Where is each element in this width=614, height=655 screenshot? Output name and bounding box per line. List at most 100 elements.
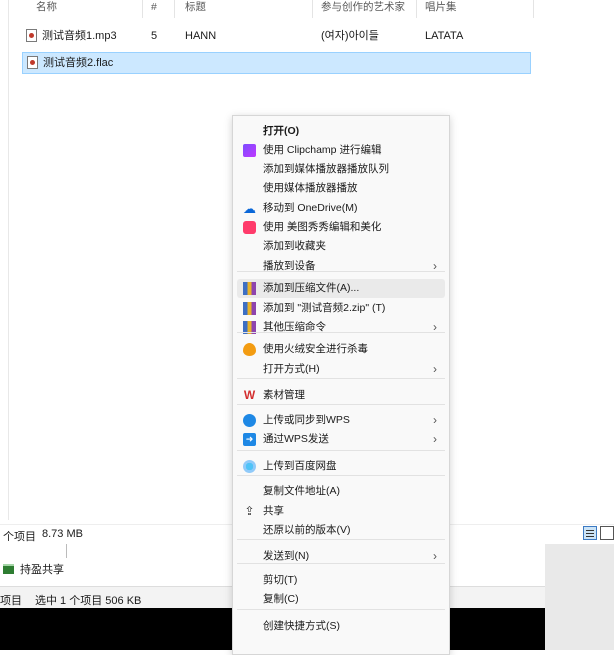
share-icon: ⇪ <box>244 504 255 518</box>
menu-item-label: 还原以前的版本(V) <box>263 524 351 536</box>
menu-separator <box>237 271 445 272</box>
column-header-number[interactable]: # <box>151 0 157 18</box>
menu-item[interactable]: 打开(O) <box>237 122 445 141</box>
menu-item[interactable]: 使用 Clipchamp 进行编辑 <box>237 141 445 160</box>
menu-item-label: 上传或同步到WPS <box>263 414 350 426</box>
menu-item-label: 打开(O) <box>263 125 300 137</box>
audio-file-icon <box>27 56 38 69</box>
menu-item[interactable]: ☁ 移动到 OneDrive(M) <box>237 199 445 218</box>
menu-item-label: 使用火绒安全进行杀毒 <box>263 343 368 355</box>
tiles-view-button[interactable] <box>600 526 614 540</box>
clipchamp-icon <box>243 144 256 157</box>
file-title: HANN <box>185 30 217 42</box>
file-artist: (여자)아이들 <box>321 30 379 42</box>
huorong-icon <box>243 343 256 356</box>
column-divider[interactable] <box>533 0 534 18</box>
menu-item[interactable]: 添加到 "测试音频2.zip" (T) <box>237 299 445 318</box>
menu-item-label: 添加到压缩文件(A)... <box>263 282 360 294</box>
menu-item-label: 通过WPS发送 <box>263 433 329 445</box>
background-panel <box>545 544 614 650</box>
menu-item[interactable]: 上传到百度网盘 <box>237 457 445 476</box>
send-icon: ➜ <box>243 433 256 446</box>
menu-item[interactable]: 打开方式(H) › <box>237 360 445 379</box>
column-header-title[interactable]: 标题 <box>185 0 206 18</box>
menu-item-label: 素材管理 <box>263 389 305 401</box>
nav-pane-border <box>66 544 67 558</box>
menu-item-label: 添加到收藏夹 <box>263 240 326 252</box>
menu-item[interactable]: 添加到收藏夹 <box>237 237 445 256</box>
chevron-right-icon: › <box>433 259 437 273</box>
menu-item[interactable]: 使用媒体播放器播放 <box>237 179 445 198</box>
menu-item-label: 剪切(T) <box>263 574 298 586</box>
background-item-count: 项目 <box>0 595 22 607</box>
file-row-selected[interactable]: 测试音频2.flac <box>22 52 531 74</box>
menu-item[interactable]: 其他压缩命令 › <box>237 318 445 337</box>
menu-item[interactable]: 播放到设备 › <box>237 257 445 276</box>
menu-item-label: 使用 Clipchamp 进行编辑 <box>263 144 382 156</box>
menu-item-label: 播放到设备 <box>263 260 316 272</box>
onedrive-icon: ☁ <box>243 201 256 216</box>
file-name: 测试音频2.flac <box>43 57 114 69</box>
winrar-icon <box>243 302 256 315</box>
column-divider[interactable] <box>312 0 313 18</box>
file-number: 5 <box>151 30 158 42</box>
context-menu: 打开(O) 使用 Clipchamp 进行编辑 添加到媒体播放器播放队列 使用媒体播放… <box>232 115 450 655</box>
nav-item-share[interactable]: 持盈共享 <box>20 561 64 577</box>
meitu-icon <box>243 221 256 234</box>
baidu-netdisk-icon <box>243 460 256 473</box>
column-header-album[interactable]: 唱片集 <box>425 0 457 18</box>
menu-item[interactable]: 复制文件地址(A) <box>237 482 445 501</box>
chevron-right-icon: › <box>433 432 437 446</box>
audio-file-icon <box>26 29 37 42</box>
menu-separator <box>237 609 445 610</box>
column-header-name[interactable]: 名称 <box>36 0 57 18</box>
pane-border <box>8 0 9 520</box>
column-divider[interactable] <box>416 0 417 18</box>
menu-item-label: 移动到 OneDrive(M) <box>263 202 358 214</box>
menu-item-label: 共享 <box>263 505 284 517</box>
menu-item-label: 其他压缩命令 <box>263 321 326 333</box>
menu-separator <box>237 450 445 451</box>
menu-item[interactable]: 剪切(T) <box>237 571 445 590</box>
menu-item-label: 上传到百度网盘 <box>263 460 337 472</box>
menu-item[interactable]: ⇪ 共享 <box>237 502 445 521</box>
menu-item-label: 添加到媒体播放器播放队列 <box>263 163 389 175</box>
menu-separator <box>237 539 445 540</box>
menu-item[interactable]: 添加到压缩文件(A)... <box>237 279 445 298</box>
menu-item[interactable]: 创建快捷方式(S) <box>237 617 445 636</box>
file-row[interactable]: 测试音频1.mp3 5 HANN (여자)아이들 LATATA <box>22 25 531 47</box>
menu-separator <box>237 404 445 405</box>
menu-item[interactable]: 上传或同步到WPS › <box>237 411 445 430</box>
menu-separator <box>237 475 445 476</box>
menu-item[interactable]: 复制(C) <box>237 590 445 609</box>
menu-item-label: 创建快捷方式(S) <box>263 620 340 632</box>
column-header-artist[interactable]: 参与创作的艺术家 <box>321 0 405 18</box>
menu-separator <box>237 332 445 333</box>
status-item-count: 个项目 <box>3 531 36 543</box>
menu-item-label: 添加到 "测试音频2.zip" (T) <box>263 302 386 314</box>
share-folder-icon <box>3 564 14 574</box>
file-name: 测试音频1.mp3 <box>42 30 117 42</box>
menu-item[interactable]: 添加到媒体播放器播放队列 <box>237 160 445 179</box>
menu-item-label: 使用 美图秀秀编辑和美化 <box>263 221 382 233</box>
menu-item-label: 复制(C) <box>263 593 299 605</box>
status-size: 8.73 MB <box>42 528 83 540</box>
details-view-button[interactable] <box>583 526 597 540</box>
wps-icon: W <box>243 388 256 402</box>
menu-item[interactable]: ➜ 通过WPS发送 › <box>237 430 445 449</box>
chevron-right-icon: › <box>433 320 437 334</box>
cloud-upload-icon <box>243 414 256 427</box>
file-album: LATATA <box>425 30 464 42</box>
menu-item[interactable]: 使用 美图秀秀编辑和美化 <box>237 218 445 237</box>
menu-item[interactable]: W 素材管理 <box>237 386 445 405</box>
winrar-icon <box>243 282 256 295</box>
menu-separator <box>237 378 445 379</box>
menu-item[interactable]: 还原以前的版本(V) <box>237 521 445 540</box>
column-divider[interactable] <box>142 0 143 18</box>
menu-item-label: 使用媒体播放器播放 <box>263 182 358 194</box>
menu-item-label: 打开方式(H) <box>263 363 320 375</box>
column-divider[interactable] <box>174 0 175 18</box>
menu-separator <box>237 563 445 564</box>
menu-item[interactable]: 使用火绒安全进行杀毒 <box>237 340 445 359</box>
background-selection: 选中 1 个项目 506 KB <box>35 595 142 607</box>
